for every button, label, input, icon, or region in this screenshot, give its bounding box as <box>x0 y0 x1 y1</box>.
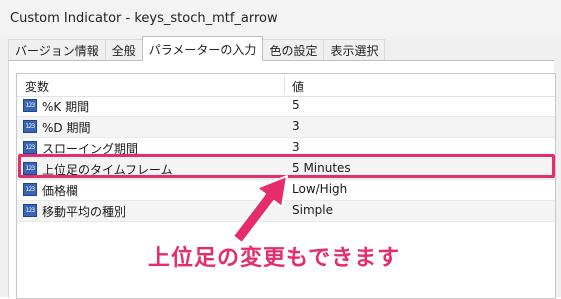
indicator-dialog: Custom Indicator - keys_stoch_mtf_arrow … <box>0 0 561 299</box>
annotation-caption: 上位足の変更もできます <box>148 246 401 271</box>
tab-input-parameters[interactable]: パラメーターの入力 <box>141 36 264 61</box>
